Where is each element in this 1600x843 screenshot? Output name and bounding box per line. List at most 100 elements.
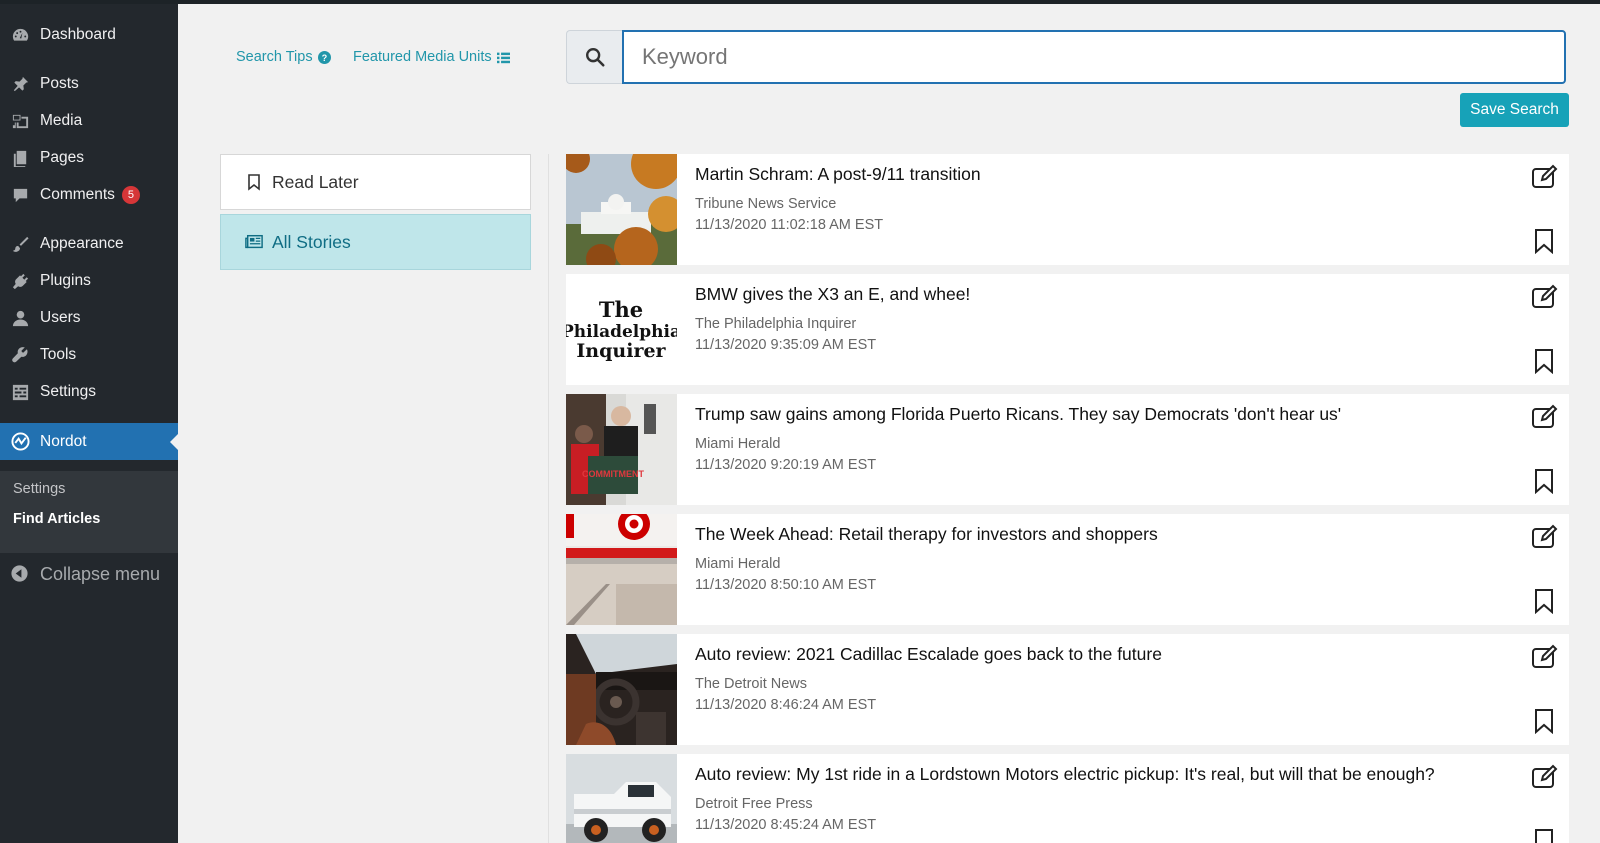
article-title[interactable]: Auto review: 2021 Cadillac Escalade goes… (695, 644, 1162, 665)
rally-podium-image: COMMITMENT (566, 394, 677, 505)
logo-line-3: Inquirer (576, 340, 666, 362)
edit-icon[interactable] (1531, 404, 1559, 430)
article-source: Miami Herald (695, 556, 781, 572)
philadelphia-inquirer-logo-image: The Philadelphia Inquirer (566, 274, 677, 385)
sidebar-item-media[interactable]: Media (0, 104, 178, 138)
article-thumbnail[interactable] (566, 754, 677, 843)
user-icon (10, 308, 30, 328)
featured-media-units-label: Featured Media Units (353, 49, 492, 65)
panel-divider (548, 154, 549, 843)
sidebar-item-tools[interactable]: Tools (0, 338, 178, 372)
collapse-menu-button[interactable]: Collapse menu (0, 556, 178, 592)
read-later-filter[interactable]: Read Later (220, 154, 531, 210)
bookmark-icon[interactable] (1533, 588, 1555, 614)
top-bar (0, 0, 1600, 4)
logo-line-2: Philadelphia (566, 322, 677, 342)
sidebar-item-posts[interactable]: Posts (0, 67, 178, 101)
article-source: Miami Herald (695, 436, 781, 452)
article-title[interactable]: Martin Schram: A post-9/11 transition (695, 164, 981, 185)
article-thumbnail[interactable] (566, 154, 677, 265)
submenu-item-settings[interactable]: Settings (13, 481, 65, 497)
sidebar-item-users[interactable]: Users (0, 301, 178, 335)
article-card: The Week Ahead: Retail therapy for inves… (566, 514, 1569, 625)
collapse-arrow-icon (10, 564, 30, 584)
sidebar-item-comments[interactable]: Comments 5 (0, 178, 178, 212)
comments-count-badge: 5 (121, 186, 140, 204)
logo-line-1: The (599, 297, 643, 322)
article-date: 11/13/2020 8:45:24 AM EST (695, 817, 877, 833)
article-date: 11/13/2020 8:50:10 AM EST (695, 577, 877, 593)
sidebar-item-nordot[interactable]: Nordot (0, 423, 178, 460)
article-date: 11/13/2020 9:35:09 AM EST (695, 337, 877, 353)
target-store-image (566, 514, 677, 625)
article-thumbnail[interactable]: The Philadelphia Inquirer (566, 274, 677, 385)
sidebar-item-label: Tools (40, 346, 77, 363)
pin-icon (10, 74, 30, 94)
sidebar-item-label: Nordot (40, 432, 87, 450)
svg-text:?: ? (321, 52, 326, 62)
sidebar-item-label: Settings (40, 383, 97, 400)
sidebar-item-label: Posts (40, 75, 79, 92)
brush-icon (10, 234, 30, 254)
edit-icon[interactable] (1531, 284, 1559, 310)
sidebar-item-settings[interactable]: Settings (0, 375, 178, 409)
pages-icon (10, 148, 30, 168)
sidebar-item-label: Media (40, 112, 83, 129)
all-stories-filter[interactable]: All Stories (220, 214, 531, 270)
sidebar-item-label: Users (40, 309, 81, 326)
save-search-button[interactable]: Save Search (1460, 93, 1569, 127)
article-thumbnail[interactable] (566, 634, 677, 745)
article-date: 11/13/2020 9:20:19 AM EST (695, 457, 877, 473)
sidebar-item-label: Dashboard (40, 26, 116, 43)
article-thumbnail[interactable]: COMMITMENT (566, 394, 677, 505)
article-thumbnail[interactable] (566, 514, 677, 625)
bookmark-icon[interactable] (1533, 468, 1555, 494)
article-card: Auto review: 2021 Cadillac Escalade goes… (566, 634, 1569, 745)
search-icon (585, 48, 605, 67)
sidebar-item-appearance[interactable]: Appearance (0, 227, 178, 261)
bookmark-icon[interactable] (1533, 708, 1555, 734)
sidebar-item-label: Comments (40, 186, 115, 203)
sidebar-item-pages[interactable]: Pages (0, 141, 178, 175)
wrench-icon (10, 345, 30, 365)
article-date: 11/13/2020 8:46:24 AM EST (695, 697, 877, 713)
keyword-search-input[interactable] (622, 30, 1566, 84)
search-tips-link[interactable]: Search Tips ? (236, 49, 331, 65)
edit-icon[interactable] (1531, 524, 1559, 550)
article-source: Tribune News Service (695, 196, 837, 212)
active-indicator (170, 434, 178, 450)
plug-icon (10, 271, 30, 291)
article-title[interactable]: Auto review: My 1st ride in a Lordstown … (695, 764, 1435, 785)
sidebar-item-plugins[interactable]: Plugins (0, 264, 178, 298)
bookmark-icon[interactable] (1533, 228, 1555, 254)
article-title[interactable]: Trump saw gains among Florida Puerto Ric… (695, 404, 1341, 425)
newspaper-icon (245, 234, 263, 249)
nordot-logo-icon (10, 432, 30, 452)
all-stories-label: All Stories (272, 231, 351, 252)
white-house-autumn-image (566, 154, 677, 265)
edit-icon[interactable] (1531, 764, 1559, 790)
submenu-item-find-articles[interactable]: Find Articles (13, 511, 100, 527)
edit-icon[interactable] (1531, 164, 1559, 190)
nordot-submenu: Settings Find Articles (0, 471, 178, 553)
sidebar-item-label: Pages (40, 149, 84, 166)
article-title[interactable]: BMW gives the X3 an E, and whee! (695, 284, 970, 305)
question-circle-icon: ? (317, 50, 331, 64)
search-button[interactable] (566, 30, 622, 84)
read-later-label: Read Later (272, 171, 359, 192)
article-card: The Philadelphia Inquirer BMW gives the … (566, 274, 1569, 385)
article-card: Auto review: My 1st ride in a Lordstown … (566, 754, 1569, 843)
podium-sign-text: COMMITMENT (582, 469, 644, 479)
article-card: Martin Schram: A post-9/11 transition Tr… (566, 154, 1569, 265)
article-title[interactable]: The Week Ahead: Retail therapy for inves… (695, 524, 1158, 545)
bookmark-icon[interactable] (1533, 828, 1555, 843)
white-pickup-image (566, 754, 677, 843)
article-card: COMMITMENT Trump saw gains among Florida… (566, 394, 1569, 505)
edit-icon[interactable] (1531, 644, 1559, 670)
comment-icon (10, 185, 30, 205)
bookmark-icon (248, 174, 260, 191)
featured-media-units-link[interactable]: Featured Media Units (353, 49, 510, 65)
sidebar-item-dashboard[interactable]: Dashboard (0, 18, 178, 52)
bookmark-icon[interactable] (1533, 348, 1555, 374)
sidebar-item-label: Appearance (40, 235, 124, 252)
